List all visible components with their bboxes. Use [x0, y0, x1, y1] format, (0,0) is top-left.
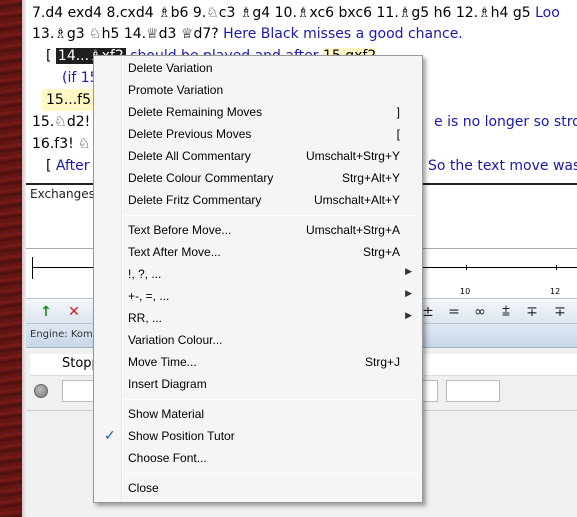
- notation-line-8-comment[interactable]: So the text move was r: [428, 155, 577, 177]
- engine-title-text: Engine: Kom: [30, 329, 93, 340]
- graph-y-axis: [32, 257, 33, 279]
- compensation-button[interactable]: ⩲: [496, 303, 516, 321]
- menu-item-choose-font[interactable]: Choose Font...: [96, 448, 420, 470]
- menu-item-label: !, ?, ...: [128, 267, 162, 281]
- menu-item-delete-colour-commentary[interactable]: Delete Colour Commentary Strg+Alt+Y: [96, 168, 420, 190]
- up-arrow-icon[interactable]: ↑: [36, 303, 56, 321]
- menu-item-label: Show Position Tutor: [128, 429, 235, 443]
- menu-item-label: Delete Remaining Moves: [128, 105, 263, 119]
- notation-moves[interactable]: 13.♗g3 ♘h5 14.♕d3 ♕d7?: [32, 26, 219, 42]
- notation-line-7[interactable]: 16.f3! ♘: [32, 133, 91, 155]
- record-icon[interactable]: [34, 384, 48, 398]
- menu-item-delete-previous-moves[interactable]: Delete Previous Moves [: [96, 124, 420, 146]
- notation-comment[interactable]: So the text move was r: [428, 158, 577, 174]
- black-slightly-better-button[interactable]: ∓: [522, 303, 542, 321]
- checkmark-icon: ✓: [104, 427, 116, 443]
- notation-line-2[interactable]: 13.♗g3 ♘h5 14.♕d3 ♕d7? Here Black misses…: [32, 23, 463, 45]
- menu-item-special-annotations[interactable]: RR, ... ▶: [96, 308, 420, 330]
- submenu-arrow-icon: ▶: [405, 310, 412, 320]
- graph-tick: [556, 265, 557, 270]
- menu-item-shortcut: Strg+Alt+Y: [341, 171, 400, 185]
- menu-separator: [124, 399, 418, 400]
- delete-arrow-icon[interactable]: ✕: [64, 303, 84, 321]
- menu-item-label: Text After Move...: [128, 245, 221, 259]
- menu-separator: [124, 473, 418, 474]
- menu-item-position-annotations[interactable]: +-, =, ... ▶: [96, 286, 420, 308]
- menu-item-close[interactable]: Close: [96, 478, 420, 500]
- context-menu: Delete Variation Promote Variation Delet…: [93, 55, 423, 503]
- menu-item-label: Delete Previous Moves: [128, 127, 252, 141]
- notation-moves[interactable]: 16.f3! ♘: [32, 136, 91, 152]
- menu-item-label: Choose Font...: [128, 451, 207, 465]
- menu-item-delete-remaining-moves[interactable]: Delete Remaining Moves ]: [96, 102, 420, 124]
- menu-item-label: Insert Diagram: [128, 377, 207, 391]
- menu-item-shortcut: Umschalt+Alt+Y: [313, 193, 400, 207]
- menu-item-delete-all-commentary[interactable]: Delete All Commentary Umschalt+Strg+Y: [96, 146, 420, 168]
- menu-separator: [124, 215, 418, 216]
- menu-item-delete-variation[interactable]: Delete Variation: [96, 58, 420, 80]
- menu-item-shortcut: Umschalt+Strg+Y: [305, 149, 400, 163]
- notation-line-5[interactable]: 15...f5: [42, 89, 96, 111]
- menu-item-label: Show Material: [128, 407, 205, 421]
- menu-item-move-time[interactable]: Move Time... Strg+J: [96, 352, 420, 374]
- graph-tick: [466, 265, 467, 270]
- menu-item-label: Variation Colour...: [128, 333, 223, 347]
- menu-item-show-material[interactable]: Show Material: [96, 404, 420, 426]
- menu-item-variation-colour[interactable]: Variation Colour...: [96, 330, 420, 352]
- notation-moves[interactable]: 7.d4 exd4 8.cxd4 ♗b6 9.♘c3 ♗g4 10.♗xc6 b…: [32, 5, 531, 21]
- notation-line-1[interactable]: 7.d4 exd4 8.cxd4 ♗b6 9.♘c3 ♗g4 10.♗xc6 b…: [32, 2, 560, 24]
- menu-item-shortcut: Strg+J: [364, 355, 400, 369]
- submenu-arrow-icon: ▶: [405, 288, 412, 298]
- submenu-arrow-icon: ▶: [405, 266, 412, 276]
- notation-line-6[interactable]: 15.♘d2!: [32, 111, 90, 133]
- menu-item-label: Delete Colour Commentary: [128, 171, 274, 185]
- notation-moves[interactable]: 15.♘d2!: [32, 114, 90, 130]
- menu-item-move-annotations[interactable]: !, ?, ... ▶: [96, 264, 420, 286]
- menu-item-label: Delete Variation: [128, 61, 213, 75]
- menu-item-shortcut: Strg+A: [362, 245, 400, 259]
- notation-line-6-comment[interactable]: e is no longer so strong: [434, 111, 577, 133]
- menu-item-label: Text Before Move...: [128, 223, 232, 237]
- menu-item-delete-fritz-commentary[interactable]: Delete Fritz Commentary Umschalt+Alt+Y: [96, 190, 420, 212]
- menu-item-label: Delete Fritz Commentary: [128, 193, 262, 207]
- comment-label: Exchanges: [30, 187, 95, 201]
- window-frame-left: [0, 0, 22, 517]
- menu-item-label: +-, =, ...: [128, 289, 170, 303]
- menu-item-shortcut: ]: [396, 105, 400, 119]
- unclear-button[interactable]: ∞: [470, 303, 490, 321]
- equal-button[interactable]: =: [444, 303, 464, 321]
- menu-item-insert-diagram[interactable]: Insert Diagram: [96, 374, 420, 396]
- graph-tick-label: 12: [550, 287, 561, 296]
- menu-item-shortcut: Umschalt+Strg+A: [305, 223, 400, 237]
- variation-open-bracket: [: [46, 48, 52, 64]
- engine-field: [446, 380, 500, 402]
- variation-comment[interactable]: After: [56, 158, 90, 174]
- menu-item-label: RR, ...: [128, 311, 163, 325]
- menu-item-promote-variation[interactable]: Promote Variation: [96, 80, 420, 102]
- notation-comment[interactable]: e is no longer so strong: [434, 114, 577, 130]
- menu-item-text-before-move[interactable]: Text Before Move... Umschalt+Strg+A: [96, 220, 420, 242]
- black-better-button[interactable]: ∓: [550, 303, 570, 321]
- menu-item-label: Close: [128, 481, 159, 495]
- menu-item-label: Move Time...: [128, 355, 197, 369]
- menu-item-label: Delete All Commentary: [128, 149, 251, 163]
- menu-item-shortcut: [: [396, 127, 400, 141]
- variation-move[interactable]: 15...f5: [46, 92, 91, 108]
- menu-item-text-after-move[interactable]: Text After Move... Strg+A: [96, 242, 420, 264]
- notation-comment[interactable]: Loo: [535, 5, 560, 21]
- graph-tick-label: 10: [460, 287, 471, 296]
- notation-comment[interactable]: Here Black misses a good chance.: [223, 26, 463, 42]
- variation-open-bracket: [: [46, 158, 52, 174]
- menu-item-show-position-tutor[interactable]: ✓ Show Position Tutor: [96, 426, 420, 448]
- menu-item-label: Promote Variation: [128, 83, 224, 97]
